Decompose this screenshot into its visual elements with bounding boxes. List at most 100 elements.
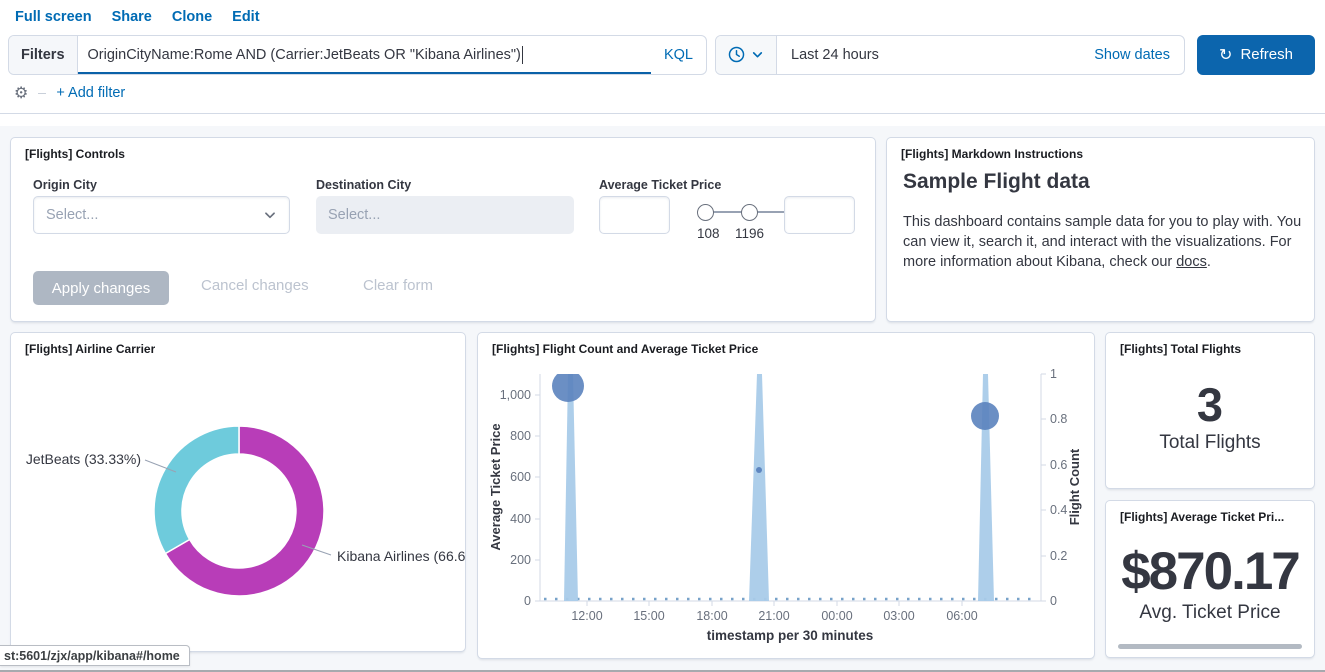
cancel-changes-button[interactable]: Cancel changes bbox=[201, 277, 309, 294]
slider-max-value: 1196 bbox=[735, 226, 764, 241]
avg-price-bubble-series[interactable] bbox=[552, 370, 999, 473]
markdown-text-end: . bbox=[1207, 254, 1211, 270]
panel-total-flights: [Flights] Total Flights 3 Total Flights bbox=[1105, 332, 1315, 489]
clock-icon bbox=[728, 46, 745, 63]
add-filter-link[interactable]: + Add filter bbox=[56, 85, 125, 101]
left-axis-ticks: 1,000 800 600 400 200 0 bbox=[500, 388, 540, 608]
panel-title: [Flights] Markdown Instructions bbox=[901, 147, 1083, 161]
axis-tick-label: 0 bbox=[1050, 594, 1057, 608]
slider-min-value: 108 bbox=[697, 226, 720, 241]
time-range-value[interactable]: Last 24 hours bbox=[777, 47, 1080, 63]
query-bar-row: Filters OriginCityName:Rome AND (Carrier… bbox=[0, 31, 1325, 75]
markdown-heading: Sample Flight data bbox=[903, 170, 1090, 194]
panel-avg-ticket-price: [Flights] Average Ticket Pri... $870.17 … bbox=[1105, 500, 1315, 658]
axis-tick-label: 0.4 bbox=[1050, 503, 1067, 517]
axis-tick-label: 06:00 bbox=[946, 609, 977, 623]
destination-city-select[interactable]: Select... bbox=[316, 196, 574, 234]
origin-city-placeholder: Select... bbox=[46, 207, 98, 223]
chevron-down-icon bbox=[263, 208, 277, 222]
panel-title: [Flights] Average Ticket Pri... bbox=[1120, 510, 1284, 524]
panel-airline-carrier: [Flights] Airline Carrier JetBeats (33.3… bbox=[10, 332, 466, 652]
axis-tick-label: 0.8 bbox=[1050, 412, 1067, 426]
flight-count-area-series[interactable] bbox=[564, 374, 994, 601]
total-flights-value: 3 bbox=[1106, 381, 1314, 428]
axis-tick-label: 12:00 bbox=[571, 609, 602, 623]
airline-carrier-donut-chart: JetBeats (33.33%) Kibana Airlines (66.67 bbox=[11, 333, 465, 651]
axis-tick-label: 800 bbox=[510, 429, 531, 443]
axis-tick-label: 400 bbox=[510, 512, 531, 526]
total-flights-label: Total Flights bbox=[1106, 432, 1314, 454]
callout-kibana-airlines: Kibana Airlines (66.67 bbox=[337, 548, 465, 564]
price-max-input[interactable] bbox=[784, 196, 855, 234]
axis-tick-label: 600 bbox=[510, 470, 531, 484]
panel-flight-count-avg-price: [Flights] Flight Count and Average Ticke… bbox=[477, 332, 1095, 659]
axis-tick-label: 0 bbox=[524, 594, 531, 608]
panel-markdown-instructions: [Flights] Markdown Instructions Sample F… bbox=[886, 137, 1315, 322]
area-spike[interactable] bbox=[749, 374, 769, 601]
filter-options-gear-icon[interactable]: ⚙ bbox=[14, 85, 28, 101]
left-axis-title: Average Ticket Price bbox=[488, 423, 503, 550]
time-picker: Last 24 hours Show dates bbox=[715, 35, 1185, 75]
dashboard-grid: [Flights] Controls Origin City Select...… bbox=[0, 126, 1325, 672]
axis-tick-label: 0.2 bbox=[1050, 549, 1067, 563]
filters-dropdown-button[interactable]: Filters bbox=[9, 36, 78, 74]
avg-ticket-price-label: Average Ticket Price bbox=[599, 178, 721, 192]
slider-handle-max[interactable] bbox=[741, 204, 758, 221]
price-min-input[interactable] bbox=[599, 196, 670, 234]
axis-tick-label: 18:00 bbox=[696, 609, 727, 623]
price-bubble[interactable] bbox=[552, 370, 584, 402]
price-bubble[interactable] bbox=[971, 402, 999, 430]
avg-ticket-price-label: Avg. Ticket Price bbox=[1106, 602, 1314, 624]
panel-title: [Flights] Total Flights bbox=[1120, 342, 1241, 356]
show-dates-link[interactable]: Show dates bbox=[1080, 47, 1184, 63]
slider-handle-min[interactable] bbox=[697, 204, 714, 221]
chevron-down-icon bbox=[751, 48, 764, 61]
edit-link[interactable]: Edit bbox=[232, 9, 259, 25]
origin-city-label: Origin City bbox=[33, 178, 97, 192]
flight-count-chart: 1,000 800 600 400 200 0 1 0.8 0.6 0.4 0.… bbox=[478, 333, 1094, 658]
refresh-icon: ↻ bbox=[1219, 47, 1232, 63]
axis-tick-label: 00:00 bbox=[821, 609, 852, 623]
clear-form-button[interactable]: Clear form bbox=[363, 277, 433, 294]
refresh-button[interactable]: ↻ Refresh bbox=[1197, 35, 1315, 75]
kibana-dashboard-page: Full screen Share Clone Edit Filters Ori… bbox=[0, 0, 1325, 672]
x-axis-ticks: 12:00 15:00 18:00 21:00 00:00 03:00 06:0… bbox=[571, 601, 977, 623]
docs-link[interactable]: docs bbox=[1176, 254, 1207, 270]
query-bar: Filters OriginCityName:Rome AND (Carrier… bbox=[8, 35, 707, 75]
markdown-body: This dashboard contains sample data for … bbox=[903, 212, 1305, 272]
kql-query-input[interactable]: OriginCityName:Rome AND (Carrier:JetBeat… bbox=[78, 36, 651, 74]
markdown-text: This dashboard contains sample data for … bbox=[903, 214, 1301, 270]
axis-tick-label: 1,000 bbox=[500, 388, 531, 402]
apply-changes-button[interactable]: Apply changes bbox=[33, 271, 169, 305]
destination-city-label: Destination City bbox=[316, 178, 411, 192]
panel-title: [Flights] Controls bbox=[25, 147, 125, 161]
callout-jetbeats: JetBeats (33.33%) bbox=[26, 451, 141, 467]
full-screen-link[interactable]: Full screen bbox=[15, 9, 92, 25]
panel-flights-controls: [Flights] Controls Origin City Select...… bbox=[10, 137, 876, 322]
price-bubble[interactable] bbox=[756, 467, 762, 473]
text-caret bbox=[522, 46, 523, 64]
kql-language-button[interactable]: KQL bbox=[651, 36, 706, 74]
destination-city-placeholder: Select... bbox=[328, 207, 380, 223]
right-axis-ticks: 1 0.8 0.6 0.4 0.2 0 bbox=[1041, 367, 1067, 608]
avg-ticket-price-value: $870.17 bbox=[1106, 545, 1314, 598]
filter-bar-divider bbox=[38, 93, 46, 94]
x-axis-title: timestamp per 30 minutes bbox=[707, 628, 874, 643]
axis-tick-label: 1 bbox=[1050, 367, 1057, 381]
origin-city-select[interactable]: Select... bbox=[33, 196, 290, 234]
dashboard-toolbar: Full screen Share Clone Edit bbox=[0, 0, 1325, 31]
share-link[interactable]: Share bbox=[112, 9, 152, 25]
time-picker-quick-menu-button[interactable] bbox=[716, 36, 777, 74]
browser-status-url-tooltip: st:5601/zjx/app/kibana#/home bbox=[0, 645, 190, 666]
horizontal-scrollbar[interactable] bbox=[1118, 644, 1302, 649]
refresh-label: Refresh bbox=[1240, 46, 1293, 63]
axis-tick-label: 15:00 bbox=[633, 609, 664, 623]
axis-tick-label: 200 bbox=[510, 553, 531, 567]
donut-slice-jetbeats[interactable] bbox=[154, 426, 239, 554]
kql-query-text: OriginCityName:Rome AND (Carrier:JetBeat… bbox=[88, 47, 521, 63]
axis-tick-label: 0.6 bbox=[1050, 458, 1067, 472]
axis-tick-label: 03:00 bbox=[883, 609, 914, 623]
right-axis-title: Flight Count bbox=[1067, 448, 1082, 525]
area-spike[interactable] bbox=[564, 374, 578, 601]
clone-link[interactable]: Clone bbox=[172, 9, 212, 25]
